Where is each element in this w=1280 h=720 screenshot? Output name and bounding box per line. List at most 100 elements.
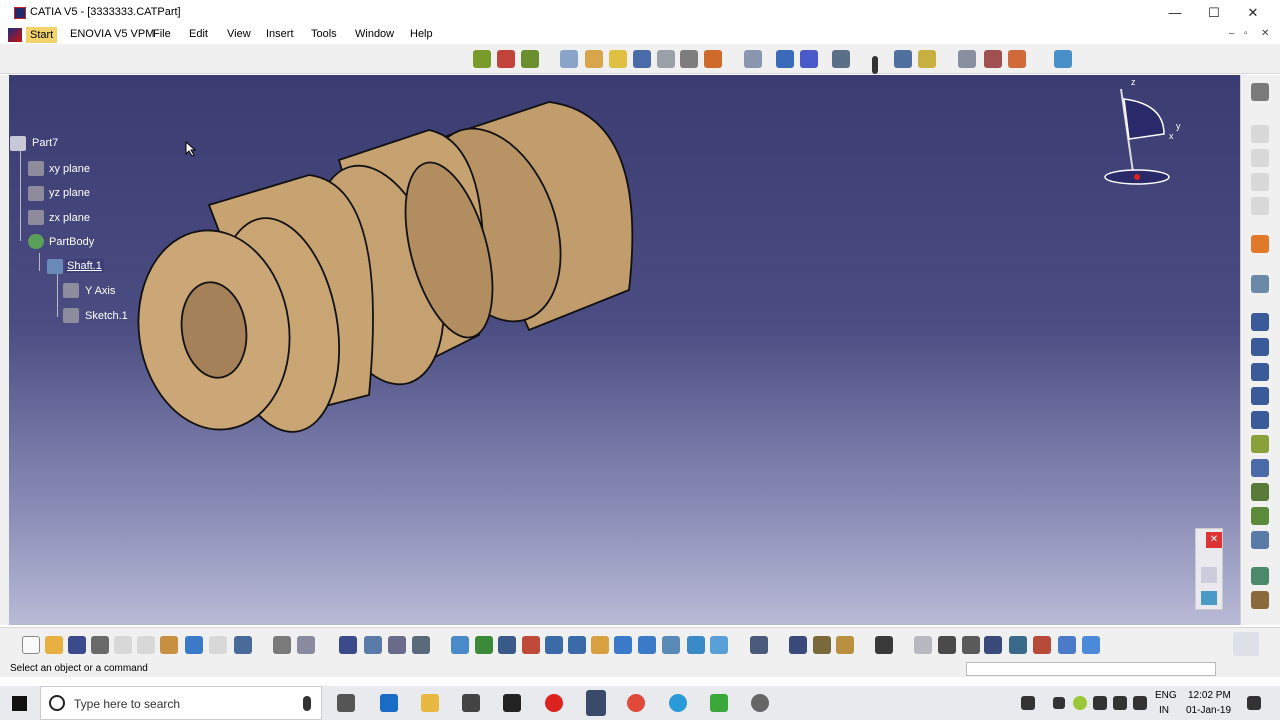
wifi-icon[interactable] [1113, 696, 1127, 710]
shading-icon[interactable] [585, 50, 603, 68]
compass-icon[interactable] [1099, 79, 1189, 199]
menu-file[interactable]: File [153, 28, 171, 40]
formula-icon[interactable] [273, 636, 291, 654]
menu-view[interactable]: View [227, 28, 251, 40]
edge-icon[interactable] [380, 694, 398, 712]
volume-icon[interactable] [1133, 696, 1147, 710]
constraint-icon[interactable] [1033, 636, 1051, 654]
part-geometry[interactable] [9, 75, 1240, 625]
measure-inertia-icon[interactable] [836, 636, 854, 654]
notifications-icon[interactable] [1247, 696, 1261, 710]
menu-help[interactable]: Help [410, 28, 433, 40]
close-button[interactable]: ✕ [1233, 0, 1273, 26]
undo-icon[interactable] [185, 636, 203, 654]
people-icon[interactable] [1021, 696, 1035, 710]
menu-window[interactable]: Window [355, 28, 394, 40]
zoom-out-icon[interactable] [568, 636, 586, 654]
tree-root-part[interactable]: Part7 [32, 137, 58, 149]
menu-tools[interactable]: Tools [311, 28, 337, 40]
store-icon[interactable] [462, 694, 480, 712]
tray-app-icon[interactable] [1073, 696, 1087, 710]
floating-toolbar[interactable]: ✕ [1195, 528, 1223, 610]
product-toolbar-icon[interactable] [497, 50, 515, 68]
view-front-icon[interactable] [560, 50, 578, 68]
clock-date[interactable]: 01-Jan-19 [1186, 705, 1231, 716]
shaft-tool-icon[interactable] [1251, 363, 1269, 381]
point-icon[interactable] [872, 56, 878, 74]
tree-plane-xy[interactable]: xy plane [49, 163, 90, 175]
app-icon[interactable] [751, 694, 769, 712]
print-icon[interactable] [91, 636, 109, 654]
chrome-icon[interactable] [627, 694, 645, 712]
fly-mode-icon[interactable] [451, 636, 469, 654]
chevron-up-icon[interactable] [1053, 697, 1065, 709]
whats-this-icon[interactable] [234, 636, 252, 654]
checkmark-app-icon[interactable] [710, 694, 728, 712]
capture-icon[interactable] [875, 636, 893, 654]
telegram-icon[interactable] [669, 694, 687, 712]
part-toolbar-icon[interactable] [473, 50, 491, 68]
close-icon[interactable]: ✕ [1206, 532, 1222, 548]
render-style-icon[interactable] [704, 50, 722, 68]
select-arrow-icon[interactable] [1251, 235, 1269, 253]
tree-partbody[interactable]: PartBody [49, 236, 94, 248]
swap-visible-space-icon[interactable] [776, 50, 794, 68]
parameter-icon[interactable] [388, 636, 406, 654]
multi-view-icon[interactable] [657, 50, 675, 68]
shading-icon[interactable] [662, 636, 680, 654]
tree-plane-zx[interactable]: zx plane [49, 212, 90, 224]
measure-icon[interactable] [984, 50, 1002, 68]
hide-show-icon[interactable] [687, 636, 705, 654]
measure-between-icon[interactable] [789, 636, 807, 654]
fillet-icon[interactable] [1251, 507, 1269, 525]
slot-icon[interactable] [1251, 459, 1269, 477]
boolean-icon[interactable] [1251, 591, 1269, 609]
fit-all-icon[interactable] [832, 50, 850, 68]
text-annotation-icon[interactable] [958, 50, 976, 68]
language-top[interactable]: ENG [1155, 690, 1177, 701]
command-input[interactable] [966, 662, 1216, 676]
mdi-minimize-button[interactable]: – [1229, 28, 1235, 39]
zoom-in-icon[interactable] [545, 636, 563, 654]
pad-icon[interactable] [1251, 313, 1269, 331]
table-icon[interactable] [339, 636, 357, 654]
normal-view-icon[interactable] [633, 50, 651, 68]
windows-start-icon[interactable] [12, 696, 27, 711]
scan-icon[interactable] [1009, 636, 1027, 654]
iso-view-icon[interactable] [609, 50, 627, 68]
fit-all-in-icon[interactable] [475, 636, 493, 654]
axis-system-icon[interactable] [962, 636, 980, 654]
groove-icon[interactable] [1251, 387, 1269, 405]
apply-material-icon[interactable] [1008, 50, 1026, 68]
tree-sketch[interactable]: Sketch.1 [85, 310, 128, 322]
minimize-button[interactable]: — [1155, 0, 1195, 26]
multi-section-icon[interactable] [1251, 483, 1269, 501]
3d-viewport[interactable]: Part7 xy plane yz plane zx plane PartBod… [9, 75, 1240, 625]
line-icon[interactable] [894, 50, 912, 68]
multi-view-icon[interactable] [614, 636, 632, 654]
tree-shaft[interactable]: Shaft.1 [65, 259, 104, 273]
knowledge-icon[interactable] [297, 636, 315, 654]
catalog-icon[interactable] [750, 636, 768, 654]
menu-insert[interactable]: Insert [266, 28, 294, 40]
normal-view-icon[interactable] [591, 636, 609, 654]
battery-icon[interactable] [1093, 696, 1107, 710]
open-folder-icon[interactable] [45, 636, 63, 654]
mdi-restore-button[interactable]: ▫ [1244, 28, 1248, 39]
microphone-icon[interactable] [303, 696, 311, 711]
swap-space-icon[interactable] [710, 636, 728, 654]
transformation-icon[interactable] [1251, 567, 1269, 585]
mdi-close-button[interactable]: ✕ [1261, 28, 1269, 39]
rotate-icon[interactable] [522, 636, 540, 654]
opera-icon[interactable] [545, 694, 563, 712]
mail-icon[interactable] [503, 694, 521, 712]
catia-taskbar-icon[interactable] [586, 690, 606, 716]
hole-icon[interactable] [1251, 411, 1269, 429]
list-icon[interactable] [1058, 636, 1076, 654]
gear-icon[interactable] [1251, 83, 1269, 101]
pan-icon[interactable] [498, 636, 516, 654]
snap-point-icon[interactable] [680, 50, 698, 68]
tree-plane-yz[interactable]: yz plane [49, 187, 90, 199]
paste-icon[interactable] [160, 636, 178, 654]
analysis-icon[interactable] [364, 636, 382, 654]
